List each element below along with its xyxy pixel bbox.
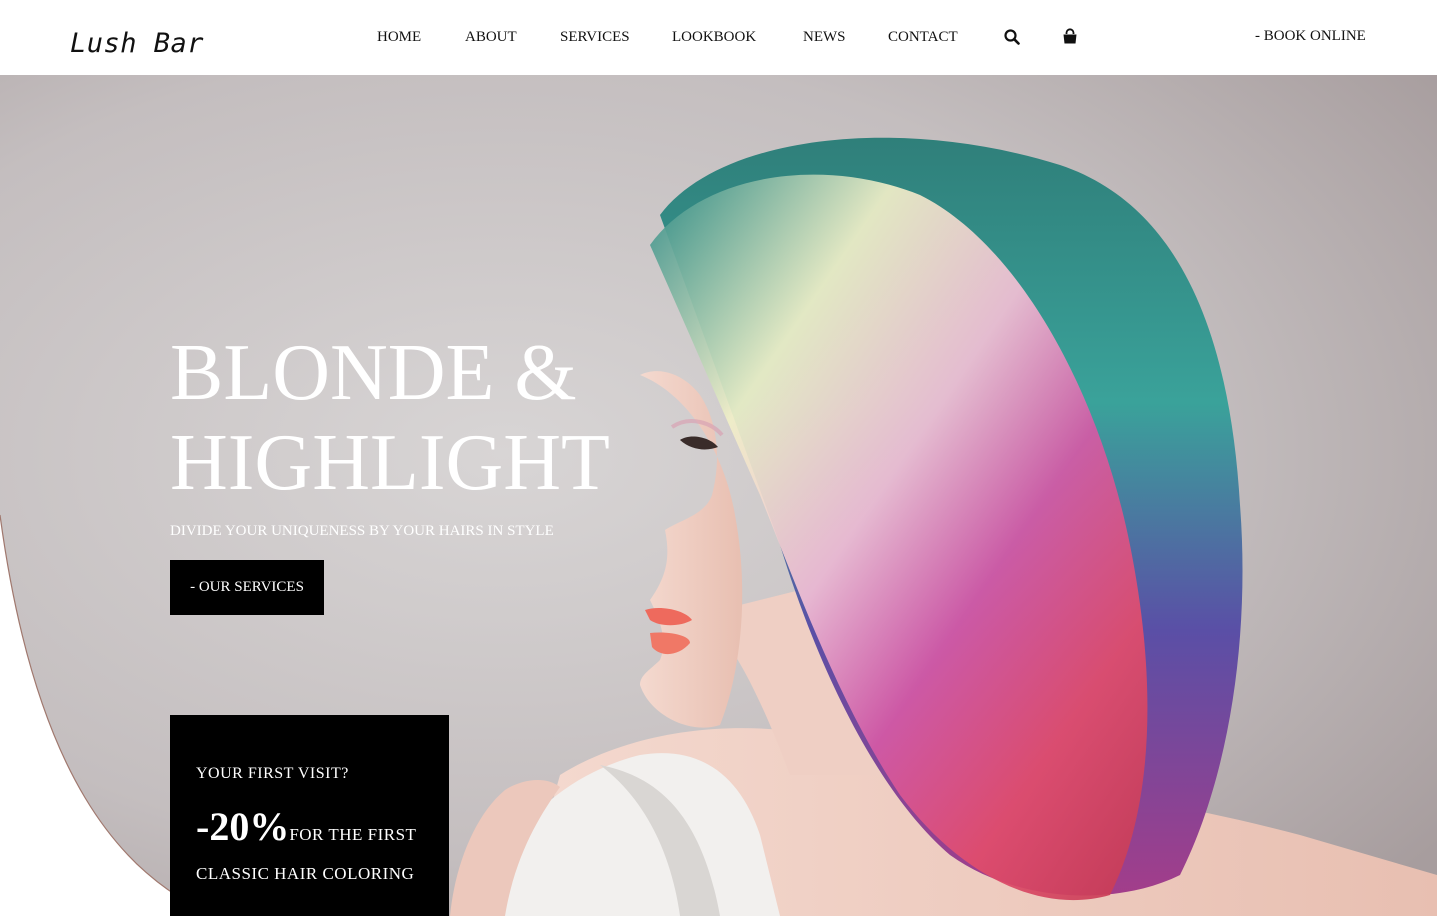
promo-offer-line: -20%FOR THE FIRST — [196, 803, 416, 850]
search-icon[interactable] — [1003, 28, 1021, 46]
site-header: Lush Bar HOME ABOUT SERVICES LOOKBOOK NE… — [0, 0, 1437, 75]
hero-subtitle: DIVIDE YOUR UNIQUENESS BY YOUR HAIRS IN … — [170, 523, 554, 539]
our-services-button[interactable]: - OUR SERVICES — [170, 560, 324, 615]
nav-services[interactable]: SERVICES — [560, 29, 630, 46]
logo[interactable]: Lush Bar — [70, 28, 204, 59]
nav-home[interactable]: HOME — [377, 29, 421, 46]
nav-lookbook[interactable]: LOOKBOOK — [672, 29, 756, 46]
promo-discount: -20% — [196, 804, 290, 849]
hero-section: BLONDE & HIGHLIGHT DIVIDE YOUR UNIQUENES… — [0, 75, 1437, 916]
hero-title-line-2: HIGHLIGHT — [170, 419, 610, 507]
nav-contact[interactable]: CONTACT — [888, 29, 958, 46]
promo-heading: YOUR FIRST VISIT? — [196, 765, 349, 782]
first-visit-promo: YOUR FIRST VISIT? -20%FOR THE FIRST CLAS… — [170, 715, 449, 916]
promo-text-2: CLASSIC HAIR COLORING — [196, 864, 415, 883]
book-online-link[interactable]: - BOOK ONLINE — [1255, 28, 1366, 45]
nav-news[interactable]: NEWS — [803, 29, 846, 46]
promo-text-1: FOR THE FIRST — [289, 825, 417, 844]
shopping-bag-icon[interactable] — [1061, 28, 1079, 46]
hero-title-line-1: BLONDE & — [170, 329, 577, 417]
nav-about[interactable]: ABOUT — [465, 29, 517, 46]
hero-title: BLONDE & HIGHLIGHT — [170, 328, 610, 508]
